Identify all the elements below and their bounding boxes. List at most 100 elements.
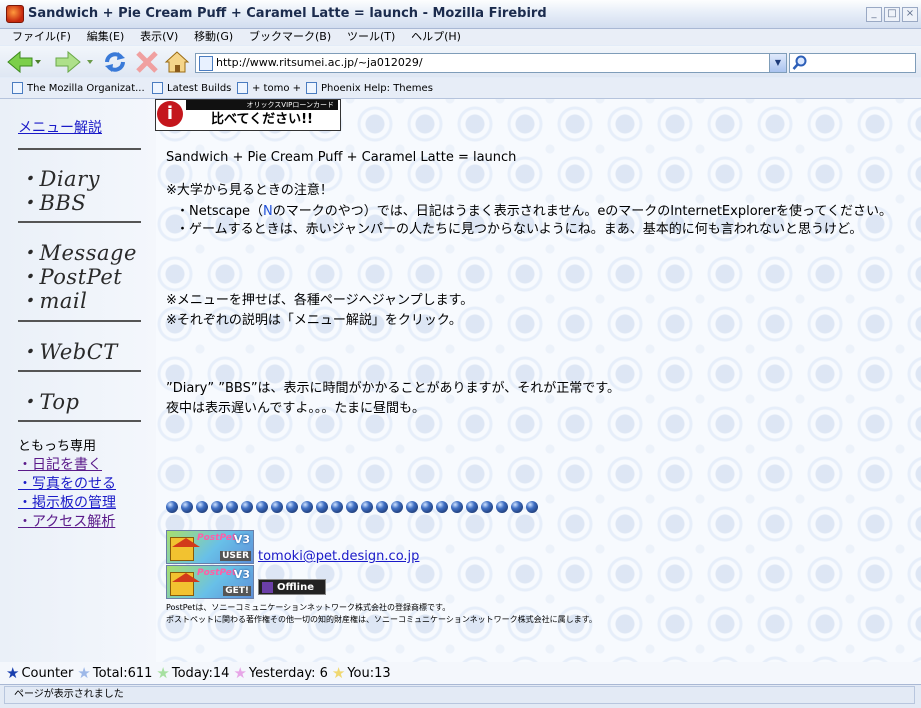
url-input[interactable] <box>216 54 761 71</box>
bead-icon <box>406 501 418 513</box>
banner-top-text: オリックスVIPローンカード <box>186 100 338 110</box>
bead-icon <box>211 501 223 513</box>
notice-title: ※大学から見るときの注意！ <box>166 183 333 198</box>
maximize-icon[interactable]: □ <box>884 7 900 22</box>
home-button[interactable] <box>164 50 190 74</box>
bead-icon <box>256 501 268 513</box>
sidebar-item-top[interactable]: ・Top <box>18 386 79 416</box>
search-box[interactable] <box>789 53 916 73</box>
dot-divider <box>166 501 538 513</box>
write-diary-link[interactable]: ・日記を書く <box>18 454 102 474</box>
url-bar[interactable]: ▼ <box>195 53 787 73</box>
bead-icon <box>451 501 463 513</box>
slow-note-2: 夜中は表示遅いんですよ。。。たまに昼間も。 <box>166 401 425 416</box>
home-icon <box>164 51 190 73</box>
pink-star-icon: ★ <box>233 664 247 682</box>
bookmark-page-icon <box>237 82 248 94</box>
lightblue-star-icon: ★ <box>77 664 91 682</box>
post-photo-link[interactable]: ・写真をのせる <box>18 473 116 493</box>
post-photo-link-text[interactable]: ・写真をのせる <box>18 476 116 492</box>
back-arrow-icon <box>7 50 41 74</box>
manage-bbs-link-text[interactable]: ・掲示板の管理 <box>18 495 116 511</box>
offline-label: Offline <box>277 582 314 593</box>
sidebar-divider <box>18 221 141 223</box>
offline-icon <box>262 582 273 593</box>
bookmark-tomo[interactable]: + tomo + <box>237 80 301 96</box>
bead-icon <box>511 501 523 513</box>
menu-view[interactable]: 表示(V) <box>134 29 184 45</box>
status-text: ページが表示されました <box>14 689 124 700</box>
back-button[interactable] <box>6 50 42 74</box>
notice-netscape-part2: のマークのやつ）では、日記はうまく表示されません。eのマークのInternetE… <box>272 204 893 219</box>
url-dropdown-chevron-icon[interactable]: ▼ <box>769 54 786 72</box>
postpet-user-tag: USER <box>220 551 251 561</box>
stop-button[interactable] <box>134 50 160 74</box>
bookmark-mozilla-organization[interactable]: The Mozilla Organizat... <box>12 80 145 96</box>
menu-edit[interactable]: 編集(E) <box>81 29 131 45</box>
counter-today: Today:14 <box>171 665 230 681</box>
write-diary-link-text[interactable]: ・日記を書く <box>18 457 102 473</box>
postpet-house-icon <box>170 537 200 561</box>
reload-icon <box>105 52 125 72</box>
page-heading: Sandwich + Pie Cream Puff + Caramel Latt… <box>166 150 517 165</box>
sidebar-item-mail[interactable]: ・mail <box>18 285 87 315</box>
access-counter: ★ Counter ★ Total:611 ★ Today:14 ★ Yeste… <box>0 662 921 684</box>
window-title: Sandwich + Pie Cream Puff + Caramel Latt… <box>28 6 547 21</box>
search-icon <box>792 55 807 70</box>
menu-help[interactable]: ヘルプ(H) <box>405 29 467 45</box>
green-star-icon: ★ <box>156 664 170 682</box>
private-section-label: ともっち専用 <box>18 439 97 454</box>
bead-icon <box>331 501 343 513</box>
bead-icon <box>316 501 328 513</box>
bead-icon <box>286 501 298 513</box>
bead-icon <box>391 501 403 513</box>
sidebar-item-webct[interactable]: ・WebCT <box>18 336 118 366</box>
postpet-version-text: V3 <box>233 568 250 581</box>
blue-star-icon: ★ <box>6 664 20 682</box>
menu-tools[interactable]: ツール(T) <box>341 29 401 45</box>
sidebar-divider <box>18 148 141 150</box>
banner-logo-icon: i <box>157 101 183 127</box>
netscape-n-letter: N <box>262 204 273 219</box>
bead-icon <box>181 501 193 513</box>
bookmark-page-icon <box>12 82 23 94</box>
menu-note-1: ※メニューを押せば、各種ページへジャンプします。 <box>166 293 474 308</box>
bead-icon <box>346 501 358 513</box>
bead-icon <box>466 501 478 513</box>
bead-icon <box>481 501 493 513</box>
bead-icon <box>526 501 538 513</box>
status-bar: ページが表示されました <box>0 684 921 708</box>
bookmark-label: The Mozilla Organizat... <box>27 82 145 94</box>
email-link[interactable]: tomoki@pet.design.co.jp <box>258 549 419 564</box>
ad-banner[interactable]: i オリックスVIPローンカード 比べてください!! <box>155 99 341 131</box>
minimize-icon[interactable]: _ <box>866 7 882 22</box>
firebird-app-icon <box>6 5 24 23</box>
slow-note-1: ”Diary” ”BBS”は、表示に時間がかかることがありますが、それが正常です… <box>166 381 620 396</box>
status-field <box>4 686 915 704</box>
bookmark-phoenix-help-themes[interactable]: Phoenix Help: Themes <box>306 80 433 96</box>
menu-bookmarks[interactable]: ブックマーク(B) <box>243 29 337 45</box>
bead-icon <box>496 501 508 513</box>
bead-icon <box>196 501 208 513</box>
reload-button[interactable] <box>102 50 128 74</box>
forward-arrow-icon <box>55 50 93 74</box>
menu-help-link[interactable]: メニュー解説 <box>18 117 102 137</box>
yellow-star-icon: ★ <box>331 664 346 682</box>
bead-icon <box>166 501 178 513</box>
postpet-house-icon <box>170 572 200 596</box>
menu-note-2: ※それぞれの説明は「メニュー解説」をクリック。 <box>166 313 462 328</box>
bookmark-page-icon <box>152 82 163 94</box>
bookmark-latest-builds[interactable]: Latest Builds <box>152 80 231 96</box>
close-icon[interactable]: × <box>902 7 918 22</box>
postpet-user-badge[interactable]: PostPet V3 USER <box>166 530 254 564</box>
access-analysis-link-text[interactable]: ・アクセス解析 <box>18 514 115 530</box>
menu-file[interactable]: ファイル(F) <box>6 29 77 45</box>
menu-go[interactable]: 移動(G) <box>188 29 239 45</box>
forward-button[interactable] <box>52 50 98 74</box>
bookmarks-toolbar: The Mozilla Organizat... Latest Builds +… <box>0 78 921 99</box>
access-analysis-link[interactable]: ・アクセス解析 <box>18 511 115 531</box>
sidebar-item-bbs[interactable]: ・BBS <box>18 187 86 217</box>
offline-badge[interactable]: Offline <box>258 579 326 595</box>
postpet-get-badge[interactable]: PostPet V3 GET! <box>166 565 254 599</box>
manage-bbs-link[interactable]: ・掲示板の管理 <box>18 492 116 512</box>
